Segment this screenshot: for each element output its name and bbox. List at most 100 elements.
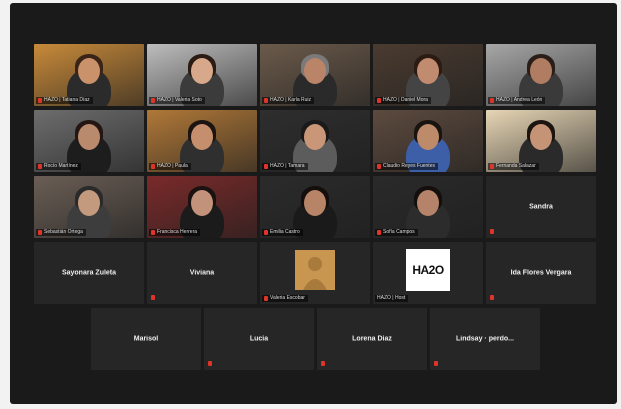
gallery-row-1: HAZO | Tatiana Díaz HAZO | Valeria Soto … <box>34 44 596 106</box>
participant-name-tag: HAZO | Paula <box>149 163 191 170</box>
participant-tile[interactable]: Viviana <box>147 242 257 304</box>
participant-name: HAZO | Karla Ruiz <box>270 97 312 103</box>
participant-name: Fernanda Salazar <box>496 163 536 169</box>
participant-tile[interactable]: Fernanda Salazar <box>486 110 596 172</box>
participant-tile[interactable]: Lindsay · perdo... <box>430 308 540 370</box>
participant-name: Sebastián Ortega <box>44 229 83 235</box>
participant-name: Lindsay · perdo... <box>456 335 514 343</box>
participant-name-tag: Claudio Reyes Fuentes <box>375 163 438 170</box>
participant-name-tag: HAZO | Tamara <box>262 163 308 170</box>
participant-name: HAZO | Andrea León <box>496 97 543 103</box>
muted-mic-icon <box>377 98 381 103</box>
participant-name: HAZO | Paula <box>157 163 188 169</box>
gallery-row-5: Marisol Lucía Lorena Díaz Lindsay · perd… <box>91 308 540 370</box>
muted-mic-icon <box>434 361 438 366</box>
muted-mic-icon <box>490 98 494 103</box>
muted-mic-icon <box>38 230 42 235</box>
participant-face <box>191 124 213 150</box>
participant-name-tag: HAZO | Tatiana Díaz <box>36 97 93 104</box>
participant-tile[interactable]: Valeria Escobar <box>260 242 370 304</box>
participant-name: Sandra <box>529 203 553 211</box>
participant-tile[interactable]: Sandra <box>486 176 596 238</box>
participant-tile[interactable]: Francisca Herrera <box>147 176 257 238</box>
participant-name: Sayonara Zuleta <box>61 269 117 277</box>
participant-tile[interactable]: Marisol <box>91 308 201 370</box>
participant-name: HAZO | Daniel Mora <box>383 97 428 103</box>
participant-name: Ida Flores Vergara <box>510 269 572 277</box>
participant-name-tag: Francisca Herrera <box>149 229 201 236</box>
participant-name-tag: HAZO | Karla Ruiz <box>262 97 315 104</box>
participant-tile[interactable]: HAZO | Andrea León <box>486 44 596 106</box>
participant-face <box>304 190 326 216</box>
muted-mic-icon <box>264 98 268 103</box>
participant-tile[interactable]: Ida Flores Vergara <box>486 242 596 304</box>
muted-mic-icon <box>490 229 494 234</box>
participant-name-tag: Valeria Escobar <box>262 295 308 302</box>
muted-mic-icon <box>38 164 42 169</box>
participant-face <box>191 190 213 216</box>
participant-face <box>304 124 326 150</box>
participant-face <box>530 124 552 150</box>
participant-tile[interactable]: HAZO | Tamara <box>260 110 370 172</box>
participant-name: HAZO | Tamara <box>270 163 305 169</box>
muted-mic-icon <box>208 361 212 366</box>
participant-name-tag: Emilia Castro <box>262 229 303 236</box>
participant-name-tag: HAZO | Valeria Soto <box>149 97 205 104</box>
muted-mic-icon <box>151 164 155 169</box>
participant-tile[interactable]: Sayonara Zuleta <box>34 242 144 304</box>
muted-mic-icon <box>377 164 381 169</box>
participant-tile[interactable]: Lorena Díaz <box>317 308 427 370</box>
profile-logo: HA2O <box>406 249 450 291</box>
participant-name: HAZO | Tatiana Díaz <box>44 97 90 103</box>
profile-picture <box>295 250 335 290</box>
muted-mic-icon <box>151 295 155 300</box>
active-speaker-tile[interactable]: HAZO | Karla Ruiz <box>260 44 370 106</box>
gallery-row-3: Sebastián Ortega Francisca Herrera Emili… <box>34 176 596 238</box>
participant-face <box>304 58 326 84</box>
participant-tile[interactable]: HAZO | Valeria Soto <box>147 44 257 106</box>
muted-mic-icon <box>377 230 381 235</box>
participant-tile[interactable]: HAZO | Paula <box>147 110 257 172</box>
participant-tile[interactable]: Sofía Campos <box>373 176 483 238</box>
participant-face <box>417 124 439 150</box>
gallery-row-4: Sayonara Zuleta Viviana Valeria Escobar … <box>34 242 596 304</box>
muted-mic-icon <box>321 361 325 366</box>
participant-face <box>530 58 552 84</box>
participant-name: HAZO | Host <box>377 295 406 301</box>
participant-tile[interactable]: Emilia Castro <box>260 176 370 238</box>
participant-face <box>78 190 100 216</box>
meeting-window: HAZO | Tatiana Díaz HAZO | Valeria Soto … <box>10 3 617 404</box>
participant-name: HAZO | Valeria Soto <box>157 97 202 103</box>
participant-name: Lorena Díaz <box>352 335 392 343</box>
participant-tile[interactable]: HAZO | Tatiana Díaz <box>34 44 144 106</box>
participant-tile[interactable]: Rocío Martínez <box>34 110 144 172</box>
participant-tile[interactable]: HAZO | Daniel Mora <box>373 44 483 106</box>
participant-face <box>191 58 213 84</box>
participant-name: Marisol <box>133 335 159 343</box>
participant-face <box>417 58 439 84</box>
muted-mic-icon <box>490 295 494 300</box>
participant-name: Emilia Castro <box>270 229 300 235</box>
participant-name-tag: HAZO | Andrea León <box>488 97 546 104</box>
participant-name: Lucía <box>249 335 269 343</box>
participant-face <box>78 124 100 150</box>
muted-mic-icon <box>151 230 155 235</box>
participant-tile[interactable]: HA2O HAZO | Host <box>373 242 483 304</box>
muted-mic-icon <box>264 164 268 169</box>
participant-name-tag: Rocío Martínez <box>36 163 81 170</box>
participant-name-tag: Sofía Campos <box>375 229 418 236</box>
participant-face <box>417 190 439 216</box>
participant-tile[interactable]: Lucía <box>204 308 314 370</box>
participant-name: Sofía Campos <box>383 229 415 235</box>
participant-name: Valeria Escobar <box>270 295 305 301</box>
participant-tile[interactable]: Claudio Reyes Fuentes <box>373 110 483 172</box>
participant-name: Rocío Martínez <box>44 163 78 169</box>
participant-name: Claudio Reyes Fuentes <box>383 163 435 169</box>
gallery-row-2: Rocío Martínez HAZO | Paula HAZO | Tamar… <box>34 110 596 172</box>
participant-tile[interactable]: Sebastián Ortega <box>34 176 144 238</box>
muted-mic-icon <box>264 296 268 301</box>
participant-name: Viviana <box>189 269 215 277</box>
participant-face <box>78 58 100 84</box>
participant-name-tag: HAZO | Daniel Mora <box>375 97 431 104</box>
muted-mic-icon <box>38 98 42 103</box>
